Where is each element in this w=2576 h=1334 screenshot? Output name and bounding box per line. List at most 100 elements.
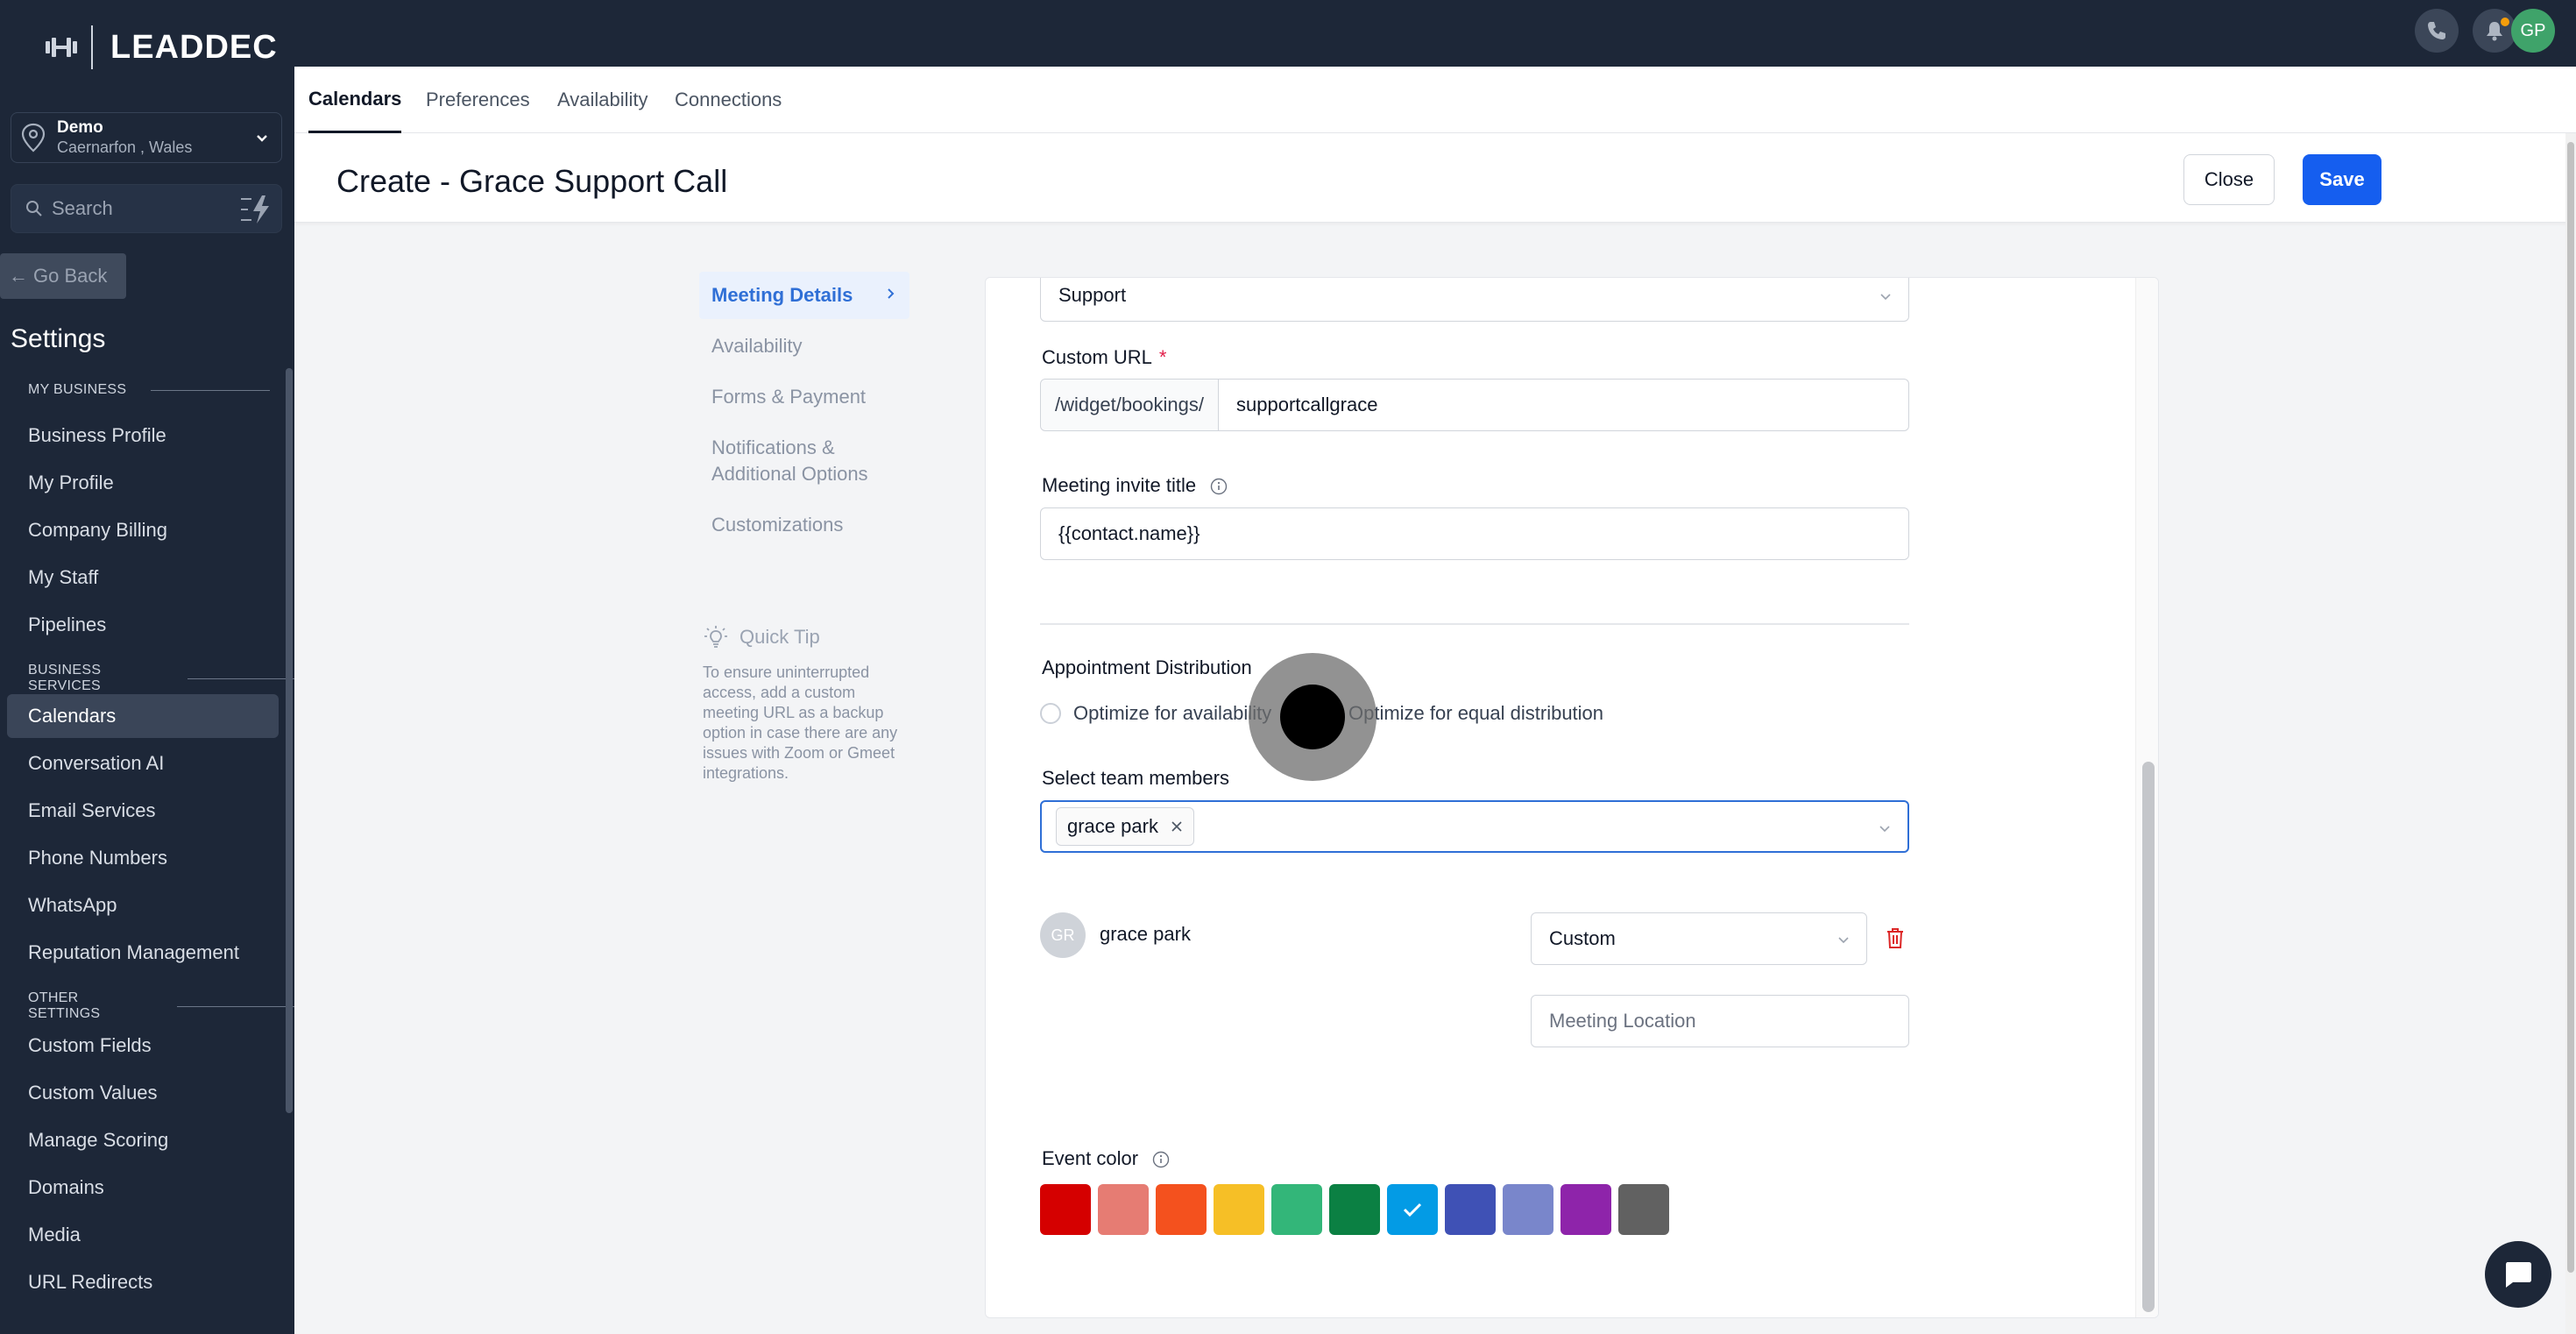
tab-connections[interactable]: Connections <box>675 67 782 133</box>
section-business-services: BUSINESS SERVICES <box>28 663 294 694</box>
color-swatch[interactable] <box>1560 1184 1611 1235</box>
quick-tip: Quick Tip To ensure uninterrupted access… <box>703 624 904 784</box>
tab-preferences[interactable]: Preferences <box>426 67 530 133</box>
radio-optimize-equal-label[interactable]: Optimize for equal distribution <box>1348 702 1603 725</box>
meeting-location-input[interactable]: Meeting Location <box>1531 995 1909 1047</box>
step-notifications[interactable]: Notifications & Additional Options <box>699 424 909 498</box>
custom-url-prefix: /widget/bookings/ <box>1041 380 1219 430</box>
brand-logo[interactable]: LEADDEC <box>44 23 278 72</box>
color-swatch[interactable] <box>1329 1184 1380 1235</box>
section-my-business: MY BUSINESS <box>28 382 271 398</box>
team-members-label: Select team members <box>1042 767 1229 789</box>
color-swatch[interactable] <box>1156 1184 1207 1235</box>
color-swatch[interactable] <box>1271 1184 1322 1235</box>
go-back-button[interactable]: ← Go Back <box>0 253 126 299</box>
sidebar-item-email-services[interactable]: Email Services <box>7 789 279 833</box>
top-bar: GP <box>294 0 2576 67</box>
click-indicator-dot <box>1280 685 1345 749</box>
trash-icon[interactable] <box>1885 926 1906 949</box>
map-pin-icon <box>21 123 46 153</box>
settings-title: Settings <box>11 324 106 353</box>
invite-title-input[interactable]: {{contact.name}} <box>1040 507 1909 560</box>
sidebar-search[interactable]: Search <box>11 184 282 233</box>
color-swatch[interactable] <box>1618 1184 1669 1235</box>
chevron-down-icon <box>1838 937 1849 944</box>
step-meeting-details[interactable]: Meeting Details <box>699 272 909 319</box>
main-scrollbar <box>2565 133 2576 1334</box>
close-button[interactable]: Close <box>2183 154 2275 205</box>
color-swatch[interactable] <box>1387 1184 1438 1235</box>
member-avatar: GR <box>1040 912 1086 958</box>
custom-url-input[interactable]: supportcallgrace <box>1219 394 1377 416</box>
tab-calendars[interactable]: Calendars <box>308 67 402 133</box>
sidebar-item-my-staff[interactable]: My Staff <box>7 556 279 600</box>
meeting-details-panel: Support Custom URL * /widget/bookings/ su… <box>985 277 2159 1318</box>
step-availability[interactable]: Availability <box>699 323 909 370</box>
location-switcher[interactable]: Demo Caernarfon , Wales <box>11 112 282 163</box>
lightning-icon[interactable] <box>239 194 272 225</box>
location-address: Caernarfon , Wales <box>57 138 193 156</box>
search-icon <box>26 201 42 216</box>
color-swatch[interactable] <box>1214 1184 1264 1235</box>
chevron-down-icon <box>1880 294 1891 301</box>
step-forms-payment[interactable]: Forms & Payment <box>699 373 909 421</box>
section-other-settings: OTHER SETTINGS <box>28 990 294 1022</box>
color-swatch[interactable] <box>1445 1184 1496 1235</box>
chevron-down-icon <box>257 135 267 142</box>
chat-widget-button[interactable] <box>2485 1241 2551 1308</box>
dumbbell-icon <box>46 38 77 57</box>
event-color-palette <box>1040 1184 1676 1235</box>
radio-circle[interactable] <box>1040 703 1061 724</box>
page-header: Create - Grace Support Call Close Save <box>294 133 2576 223</box>
settings-tabs: Calendars Preferences Availability Conne… <box>294 67 2576 133</box>
sidebar-item-pipelines[interactable]: Pipelines <box>7 603 279 647</box>
sidebar-item-calendars[interactable]: Calendars <box>7 694 279 738</box>
sidebar-item-custom-values[interactable]: Custom Values <box>7 1071 279 1115</box>
group-select-value: Support <box>1058 284 1127 306</box>
sidebar-item-domains[interactable]: Domains <box>7 1166 279 1210</box>
panel-scrollbar-thumb[interactable] <box>2142 762 2155 1312</box>
color-swatch[interactable] <box>1040 1184 1091 1235</box>
member-name: grace park <box>1100 923 1191 945</box>
close-icon[interactable] <box>1171 820 1183 833</box>
sidebar-item-whatsapp[interactable]: WhatsApp <box>7 883 279 927</box>
notifications-button[interactable] <box>2473 9 2516 53</box>
required-mark: * <box>1158 346 1167 368</box>
sidebar-item-media[interactable]: Media <box>7 1213 279 1257</box>
group-select[interactable]: Support <box>1040 278 1909 322</box>
sidebar-item-custom-fields[interactable]: Custom Fields <box>7 1024 279 1068</box>
sidebar-item-url-redirects[interactable]: URL Redirects <box>7 1260 279 1304</box>
info-icon[interactable] <box>1210 478 1228 495</box>
custom-url-field[interactable]: /widget/bookings/ supportcallgrace <box>1040 379 1909 431</box>
sidebar-item-phone-numbers[interactable]: Phone Numbers <box>7 836 279 880</box>
go-back-label: Go Back <box>33 265 108 287</box>
info-icon[interactable] <box>1152 1151 1170 1168</box>
color-swatch[interactable] <box>1098 1184 1149 1235</box>
section-divider <box>1040 623 1909 625</box>
sidebar-item-manage-scoring[interactable]: Manage Scoring <box>7 1118 279 1162</box>
sidebar-item-business-profile[interactable]: Business Profile <box>7 414 279 458</box>
color-swatch[interactable] <box>1503 1184 1553 1235</box>
radio-optimize-availability[interactable]: Optimize for availability <box>1040 702 1271 725</box>
team-members-select[interactable]: grace park <box>1040 800 1909 853</box>
sidebar-item-conversation-ai[interactable]: Conversation AI <box>7 742 279 785</box>
location-type-select[interactable]: Custom <box>1531 912 1867 965</box>
chevron-down-icon <box>1879 826 1890 833</box>
main-scrollbar-thumb[interactable] <box>2567 142 2574 1273</box>
notification-badge <box>2501 18 2509 26</box>
save-button[interactable]: Save <box>2303 154 2381 205</box>
step-customizations[interactable]: Customizations <box>699 501 909 549</box>
tab-availability[interactable]: Availability <box>557 67 648 133</box>
phone-icon <box>2428 22 2445 39</box>
check-icon <box>1403 1203 1422 1217</box>
sidebar-item-my-profile[interactable]: My Profile <box>7 461 279 505</box>
sidebar: LEADDEC Demo Caernarfon , Wales Search ←… <box>0 0 294 1334</box>
lightbulb-icon <box>704 626 727 648</box>
sidebar-scrollbar[interactable] <box>286 368 293 1113</box>
user-avatar[interactable]: GP <box>2511 9 2555 53</box>
sidebar-item-reputation-management[interactable]: Reputation Management <box>7 931 279 975</box>
phone-button[interactable] <box>2415 9 2459 53</box>
step-nav: Meeting Details Availability Forms & Pay… <box>699 272 913 552</box>
sidebar-item-company-billing[interactable]: Company Billing <box>7 508 279 552</box>
brand-name: LEADDEC <box>110 28 278 66</box>
